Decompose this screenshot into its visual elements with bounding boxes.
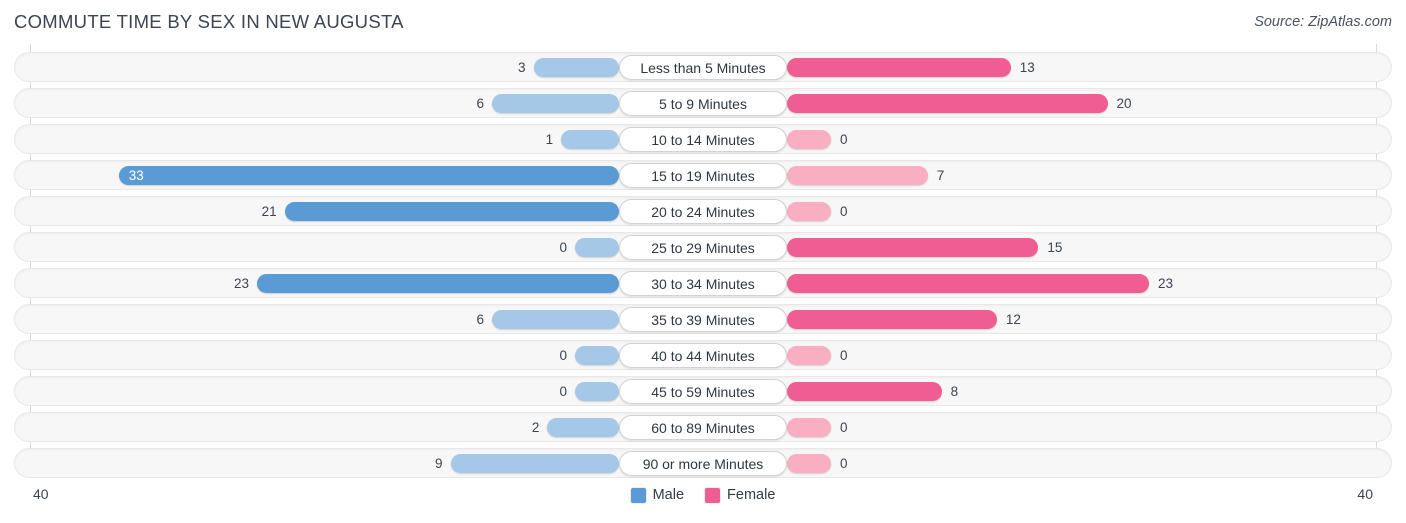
value-label-male: 9 [435,456,443,471]
value-label-female: 20 [1116,96,1132,111]
bar-female[interactable] [787,454,831,473]
category-label: 45 to 59 Minutes [619,379,787,404]
chart-row: 6 20 5 to 9 Minutes [14,88,1392,118]
bar-female[interactable] [787,274,1149,293]
chart-row: 9 0 90 or more Minutes [14,448,1392,478]
value-label-female: 23 [1157,276,1173,291]
bar-male[interactable] [118,166,619,185]
category-label: 20 to 24 Minutes [619,199,787,224]
chart-row: 21 0 20 to 24 Minutes [14,196,1392,226]
bar-male[interactable] [575,238,619,257]
chart-row: 33 7 15 to 19 Minutes [14,160,1392,190]
legend-label: Female [727,487,776,503]
bar-female[interactable] [787,166,928,185]
chart-row: 2 0 60 to 89 Minutes [14,412,1392,442]
bar-male[interactable] [533,58,619,77]
value-label-male: 3 [518,60,526,75]
chart-row: 0 8 45 to 59 Minutes [14,376,1392,406]
value-label-female: 15 [1047,240,1063,255]
legend-swatch-icon [705,487,721,503]
chart-row: 0 15 25 to 29 Minutes [14,232,1392,262]
chart-plot-area: 3 13 Less than 5 Minutes 6 20 5 to 9 Minutes 1… [0,44,1406,482]
bar-male[interactable] [575,346,619,365]
chart-row: 1 0 10 to 14 Minutes [14,124,1392,154]
value-label-male: 2 [531,420,540,435]
value-label-male: 0 [559,384,567,399]
source-attribution: Source: ZipAtlas.com [1254,14,1392,30]
bar-male[interactable] [284,202,619,221]
bar-female[interactable] [787,346,831,365]
value-label-male: 23 [233,276,250,291]
value-label-female: 7 [936,168,945,183]
category-label: 25 to 29 Minutes [619,235,787,260]
bar-male[interactable] [561,130,619,149]
bar-female[interactable] [787,202,831,221]
category-label: 10 to 14 Minutes [619,127,787,152]
category-label: Less than 5 Minutes [619,55,787,80]
page-title: COMMUTE TIME BY SEX IN NEW AUGUSTA [14,11,404,32]
value-label-male: 6 [476,312,485,327]
chart-header: COMMUTE TIME BY SEX IN NEW AUGUSTA Sourc… [0,0,1406,44]
value-label-female: 13 [1019,60,1035,75]
bar-female[interactable] [787,310,997,329]
value-label-female: 0 [840,348,848,363]
category-label: 60 to 89 Minutes [619,415,787,440]
category-label: 40 to 44 Minutes [619,343,787,368]
value-label-male: 1 [545,132,554,147]
bar-male[interactable] [547,418,619,437]
value-label-male: 21 [261,204,277,219]
value-label-female: 0 [840,132,848,147]
category-label: 35 to 39 Minutes [619,307,787,332]
bar-female[interactable] [787,130,831,149]
value-label-male: 0 [559,348,567,363]
chart-row: 3 13 Less than 5 Minutes [14,52,1392,82]
bar-male[interactable] [257,274,619,293]
value-label-male: 0 [559,240,567,255]
value-label-female: 0 [840,204,848,219]
legend-swatch-icon [630,487,646,503]
legend-label: Male [652,487,685,503]
chart-row: 6 12 35 to 39 Minutes [14,304,1392,334]
category-label: 15 to 19 Minutes [619,163,787,188]
bar-male[interactable] [492,94,619,113]
value-label-female: 12 [1005,312,1021,327]
category-label: 90 or more Minutes [619,451,787,476]
category-label: 5 to 9 Minutes [619,91,787,116]
bar-male[interactable] [492,310,619,329]
value-label-male: 6 [476,96,485,111]
legend-item-female[interactable]: Female [705,487,775,503]
bar-female[interactable] [787,382,942,401]
value-label-male: 33 [128,168,144,183]
value-label-female: 8 [950,384,959,399]
bar-male[interactable] [450,454,619,473]
value-label-female: 0 [840,420,848,435]
bar-female[interactable] [787,94,1108,113]
bar-female[interactable] [787,418,831,437]
bar-male[interactable] [575,382,619,401]
chart-row: 23 23 30 to 34 Minutes [14,268,1392,298]
chart-footer: 40 40 Male Female [0,482,1406,523]
bar-female[interactable] [787,238,1039,257]
chart-legend: Male Female [0,487,1406,503]
bar-female[interactable] [787,58,1011,77]
value-label-female: 0 [840,456,848,471]
category-label: 30 to 34 Minutes [619,271,787,296]
legend-item-male[interactable]: Male [630,487,685,503]
chart-row: 0 0 40 to 44 Minutes [14,340,1392,370]
